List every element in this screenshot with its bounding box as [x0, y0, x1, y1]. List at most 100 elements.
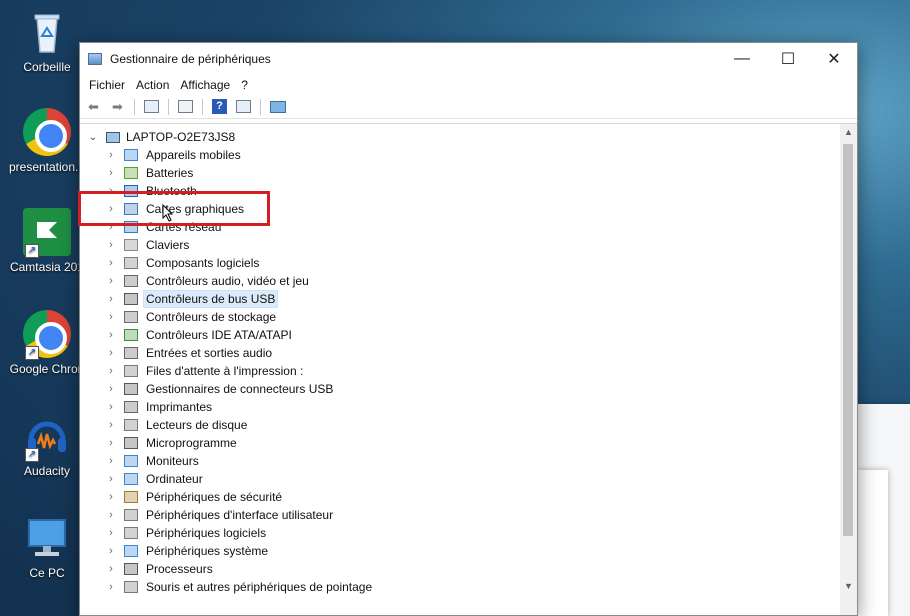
tree-item-label: Périphériques d'interface utilisateur: [146, 508, 334, 522]
close-button[interactable]: ✕: [811, 43, 857, 75]
monitor-icon: [269, 100, 286, 113]
tree-item[interactable]: › Contrôleurs audio, vidéo et jeu: [104, 272, 377, 290]
properties-button[interactable]: [141, 97, 162, 116]
chevron-right-icon[interactable]: ›: [104, 527, 118, 539]
list-button[interactable]: [175, 97, 196, 116]
device-category-icon: [124, 491, 138, 503]
chevron-right-icon[interactable]: ›: [104, 149, 118, 161]
chevron-right-icon[interactable]: ›: [104, 437, 118, 449]
desktop-icon-recycle-bin[interactable]: Corbeille: [4, 8, 90, 74]
vertical-scrollbar[interactable]: ▲ ▼: [840, 124, 857, 615]
menu-help[interactable]: ?: [236, 78, 253, 92]
chevron-right-icon[interactable]: ›: [104, 545, 118, 557]
tree-item-label: Composants logiciels: [146, 256, 260, 270]
chevron-right-icon[interactable]: ›: [104, 473, 118, 485]
tree-item-label: Périphériques logiciels: [146, 526, 267, 540]
tree-item[interactable]: › Contrôleurs de bus USB: [104, 290, 377, 308]
desktop-icon-audacity[interactable]: ↗ Audacity: [4, 412, 90, 478]
tree-item[interactable]: › Claviers: [104, 236, 377, 254]
list-icon: [178, 100, 193, 113]
chevron-right-icon[interactable]: ›: [104, 311, 118, 323]
tree-item[interactable]: › Périphériques d'interface utilisateur: [104, 506, 377, 524]
tree-item[interactable]: › Souris et autres périphériques de point…: [104, 578, 377, 596]
chevron-right-icon[interactable]: ›: [104, 275, 118, 287]
tree-item[interactable]: › Entrées et sorties audio: [104, 344, 377, 362]
tree-root[interactable]: ⌄ LAPTOP-O2E73JS8: [86, 128, 235, 146]
tree-item[interactable]: › Périphériques logiciels: [104, 524, 377, 542]
device-category-icon: [124, 437, 138, 449]
minimize-button[interactable]: —: [719, 43, 765, 75]
tree-item[interactable]: › Moniteurs: [104, 452, 377, 470]
desktop-icon-ce-pc[interactable]: Ce PC: [4, 514, 90, 580]
tree-item[interactable]: › Files d'attente à l'impression :: [104, 362, 377, 380]
tree-root-label: LAPTOP-O2E73JS8: [126, 130, 236, 144]
chevron-right-icon[interactable]: ›: [104, 491, 118, 503]
chevron-right-icon[interactable]: ›: [104, 401, 118, 413]
tree-item[interactable]: › Lecteurs de disque: [104, 416, 377, 434]
maximize-icon: ☐: [780, 51, 796, 68]
chevron-right-icon[interactable]: ›: [104, 329, 118, 341]
chevron-right-icon[interactable]: ›: [104, 257, 118, 269]
tree-item[interactable]: › Imprimantes: [104, 398, 377, 416]
device-category-icon: [124, 401, 138, 413]
tree-item[interactable]: › Appareils mobiles: [104, 146, 377, 164]
toolbar-separator: [202, 98, 203, 115]
chevron-right-icon[interactable]: ›: [104, 455, 118, 467]
view-button[interactable]: [233, 97, 254, 116]
tree-item[interactable]: › Processeurs: [104, 560, 377, 578]
maximize-button[interactable]: ☐: [765, 43, 811, 75]
chrome-icon: ↗: [23, 310, 71, 360]
toolbar-separator: [168, 98, 169, 115]
title-bar[interactable]: Gestionnaire de périphériques — ☐ ✕: [80, 43, 857, 75]
scroll-down-icon[interactable]: ▼: [840, 578, 857, 595]
chevron-right-icon[interactable]: ›: [104, 419, 118, 431]
tree-item[interactable]: › Composants logiciels: [104, 254, 377, 272]
chrome-icon: [23, 108, 71, 156]
tree-item[interactable]: › Contrôleurs de stockage: [104, 308, 377, 326]
highlight-annotation: [78, 191, 270, 226]
tree-item[interactable]: › Batteries: [104, 164, 377, 182]
device-category-icon: [124, 347, 138, 359]
chevron-right-icon[interactable]: ›: [104, 563, 118, 575]
tree-item-label: Processeurs: [146, 562, 213, 576]
chevron-right-icon[interactable]: ›: [104, 239, 118, 251]
menu-bar: Fichier Action Affichage ?: [80, 75, 857, 95]
menu-affichage[interactable]: Affichage: [175, 78, 235, 92]
scroll-thumb[interactable]: [843, 144, 853, 536]
menu-action[interactable]: Action: [131, 78, 174, 92]
desktop-icon-presentation[interactable]: presentation.p: [4, 108, 90, 174]
chevron-right-icon[interactable]: ›: [104, 347, 118, 359]
chevron-right-icon[interactable]: ›: [104, 383, 118, 395]
forward-button[interactable]: ➡: [107, 97, 128, 116]
desktop-icon-label: Corbeille: [23, 60, 71, 74]
tree-item[interactable]: › Microprogramme: [104, 434, 377, 452]
expanded-chevron-icon[interactable]: ⌄: [86, 132, 100, 143]
menu-fichier[interactable]: Fichier: [84, 78, 130, 92]
chevron-right-icon[interactable]: ›: [104, 365, 118, 377]
device-category-icon: [124, 455, 138, 467]
scroll-up-icon[interactable]: ▲: [840, 124, 857, 141]
tree-item[interactable]: › Périphériques système: [104, 542, 377, 560]
desktop-icon-google-chrome[interactable]: ↗ Google Chron: [4, 310, 90, 376]
device-manager-icon: [88, 53, 102, 65]
tree-item[interactable]: › Gestionnaires de connecteurs USB: [104, 380, 377, 398]
chevron-right-icon[interactable]: ›: [104, 581, 118, 593]
device-category-icon: [124, 311, 138, 323]
help-button[interactable]: ?: [209, 97, 230, 116]
chevron-right-icon[interactable]: ›: [104, 509, 118, 521]
device-category-icon: [124, 329, 138, 341]
properties-icon: [144, 100, 159, 113]
audacity-icon: ↗: [23, 412, 71, 462]
minimize-icon: —: [734, 50, 750, 67]
tree-item[interactable]: › Ordinateur: [104, 470, 377, 488]
view-icon: [236, 100, 251, 113]
chevron-right-icon[interactable]: ›: [104, 167, 118, 179]
chevron-right-icon[interactable]: ›: [104, 293, 118, 305]
device-category-icon: [124, 527, 138, 539]
back-button[interactable]: ⬅: [83, 97, 104, 116]
tree-item[interactable]: › Périphériques de sécurité: [104, 488, 377, 506]
tree-item[interactable]: › Contrôleurs IDE ATA/ATAPI: [104, 326, 377, 344]
device-category-icon: [124, 509, 138, 521]
tree-item-label: Files d'attente à l'impression :: [146, 364, 304, 378]
scan-hardware-button[interactable]: [267, 97, 288, 116]
